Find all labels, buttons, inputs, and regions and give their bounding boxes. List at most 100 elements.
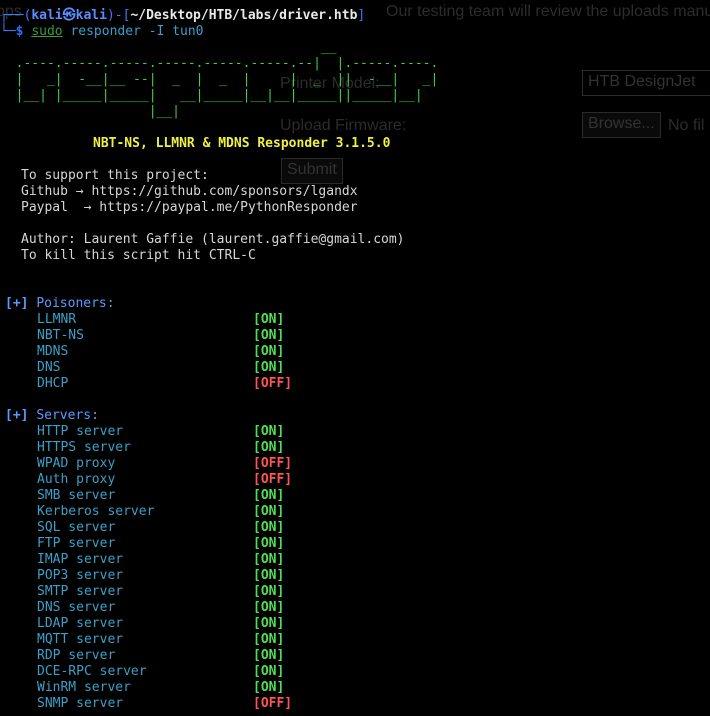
plus-marker: [+] (5, 296, 29, 311)
prompt-host: kali (75, 8, 107, 23)
server-row: Auth proxy [OFF] (0, 472, 320, 488)
status-on: [ON] (253, 488, 285, 503)
status-on: [ON] (253, 664, 285, 679)
status-on: [ON] (253, 504, 285, 519)
row-name: SMTP server (37, 584, 124, 599)
status-on: [ON] (253, 648, 285, 663)
prompt-corner-top: ┌──( (0, 8, 32, 23)
status-off: [OFF] (253, 472, 293, 487)
servers-header: [+] Servers: (5, 408, 99, 424)
prompt-bracket-close: ] (357, 8, 366, 23)
server-row: HTTPS server [ON] (0, 440, 320, 456)
status-on: [ON] (253, 520, 285, 535)
plus-marker: [+] (5, 408, 29, 423)
server-row: SMB server [ON] (0, 488, 320, 504)
prompt-separator: )-[ (106, 8, 131, 23)
server-row: Kerberos server [ON] (0, 504, 320, 520)
paypal-line: Paypal → https://paypal.me/PythonRespond… (21, 200, 358, 215)
support-line: To support this project: (21, 168, 209, 183)
status-on: [ON] (253, 360, 285, 375)
server-row: FTP server [ON] (0, 536, 320, 552)
ascii-art-line-2: .----.-----.-----.-----.-----.-----.--| … (0, 56, 439, 71)
responder-banner: NBT-NS, LLMNR & MDNS Responder 3.1.5.0 (93, 136, 391, 151)
status-on: [ON] (253, 600, 285, 615)
kill-line: To kill this script hit CTRL-C (21, 248, 256, 263)
prompt-at-symbol: ㉿ (62, 8, 76, 23)
poisoner-row: DHCP [OFF] (0, 376, 320, 392)
server-row: SNMP server [OFF] (0, 696, 320, 712)
prompt-path: ~/Desktop/HTB/labs/driver.htb (130, 8, 358, 23)
poisoner-row: NBT-NS [ON] (0, 328, 320, 344)
status-on: [ON] (253, 344, 285, 359)
server-row: LDAP server [ON] (0, 616, 320, 632)
server-row: DCE-RPC server [ON] (0, 664, 320, 680)
row-name: SMB server (37, 488, 116, 503)
server-row: HTTP server [ON] (0, 424, 320, 440)
row-name: DNS (37, 360, 61, 375)
terminal-window[interactable]: ┌──(kali㉿kali)-[~/Desktop/HTB/labs/drive… (0, 0, 710, 716)
ascii-art-line-3: | _| -__|__ --| _ | _ | | _ || -__| _| (0, 72, 439, 87)
ascii-art-line-1: __ (0, 40, 337, 55)
row-name: MDNS (37, 344, 69, 359)
server-row: MQTT server [ON] (0, 632, 320, 648)
prompt-dollar: $ (15, 24, 24, 39)
servers-title: Servers: (36, 408, 99, 423)
status-off: [OFF] (253, 376, 293, 391)
poisoner-row: LLMNR [ON] (0, 312, 320, 328)
prompt-corner-bottom: └─ (0, 24, 16, 39)
status-on: [ON] (253, 616, 285, 631)
server-row: DNS server [ON] (0, 600, 320, 616)
row-name: LLMNR (37, 312, 77, 327)
status-on: [ON] (253, 440, 285, 455)
row-name: RDP server (37, 648, 116, 663)
command-sudo: sudo (31, 24, 63, 39)
row-name: Kerberos server (37, 504, 155, 519)
status-off: [OFF] (253, 696, 293, 711)
row-name: FTP server (37, 536, 116, 551)
row-name: Auth proxy (37, 472, 116, 487)
status-on: [ON] (253, 424, 285, 439)
status-on: [ON] (253, 536, 285, 551)
status-on: [ON] (253, 680, 285, 695)
server-row: SQL server [ON] (0, 520, 320, 536)
command-line: └─$ sudo responder -I tun0 (0, 24, 204, 40)
server-row: WPAD proxy [OFF] (0, 456, 320, 472)
row-name: SQL server (37, 520, 116, 535)
row-name: HTTPS server (37, 440, 131, 455)
status-off: [OFF] (253, 456, 293, 471)
row-name: WPAD proxy (37, 456, 116, 471)
ascii-art-line-5: |__| (0, 104, 181, 119)
ascii-art-line-4: |__| |_____|_____| __|_____|__|__|_____|… (0, 88, 423, 103)
status-on: [ON] (253, 312, 285, 327)
status-on: [ON] (253, 328, 285, 343)
server-row: WinRM server [ON] (0, 680, 320, 696)
poisoners-header: [+] Poisoners: (5, 296, 115, 312)
command-args: responder -I tun0 (70, 24, 204, 39)
row-name: DNS server (37, 600, 116, 615)
server-row: POP3 server [ON] (0, 568, 320, 584)
author-line: Author: Laurent Gaffie (laurent.gaffie@g… (21, 232, 405, 247)
poisoner-row: MDNS [ON] (0, 344, 320, 360)
status-on: [ON] (253, 584, 285, 599)
server-row: RDP server [ON] (0, 648, 320, 664)
row-name: SNMP server (37, 696, 124, 711)
server-row: IMAP server [ON] (0, 552, 320, 568)
github-line: Github → https://github.com/sponsors/lga… (21, 184, 358, 199)
prompt-user: kali (31, 8, 63, 23)
status-on: [ON] (253, 568, 285, 583)
row-name: IMAP server (37, 552, 124, 567)
row-name: WinRM server (37, 680, 131, 695)
status-on: [ON] (253, 552, 285, 567)
status-on: [ON] (253, 632, 285, 647)
row-name: DCE-RPC server (37, 664, 147, 679)
row-name: LDAP server (37, 616, 124, 631)
poisoners-title: Poisoners: (36, 296, 115, 311)
server-row: SMTP server [ON] (0, 584, 320, 600)
row-name: POP3 server (37, 568, 124, 583)
row-name: MQTT server (37, 632, 124, 647)
poisoner-row: DNS [ON] (0, 360, 320, 376)
row-name: DHCP (37, 376, 69, 391)
prompt-line: ┌──(kali㉿kali)-[~/Desktop/HTB/labs/drive… (0, 8, 365, 24)
row-name: NBT-NS (37, 328, 84, 343)
row-name: HTTP server (37, 424, 124, 439)
